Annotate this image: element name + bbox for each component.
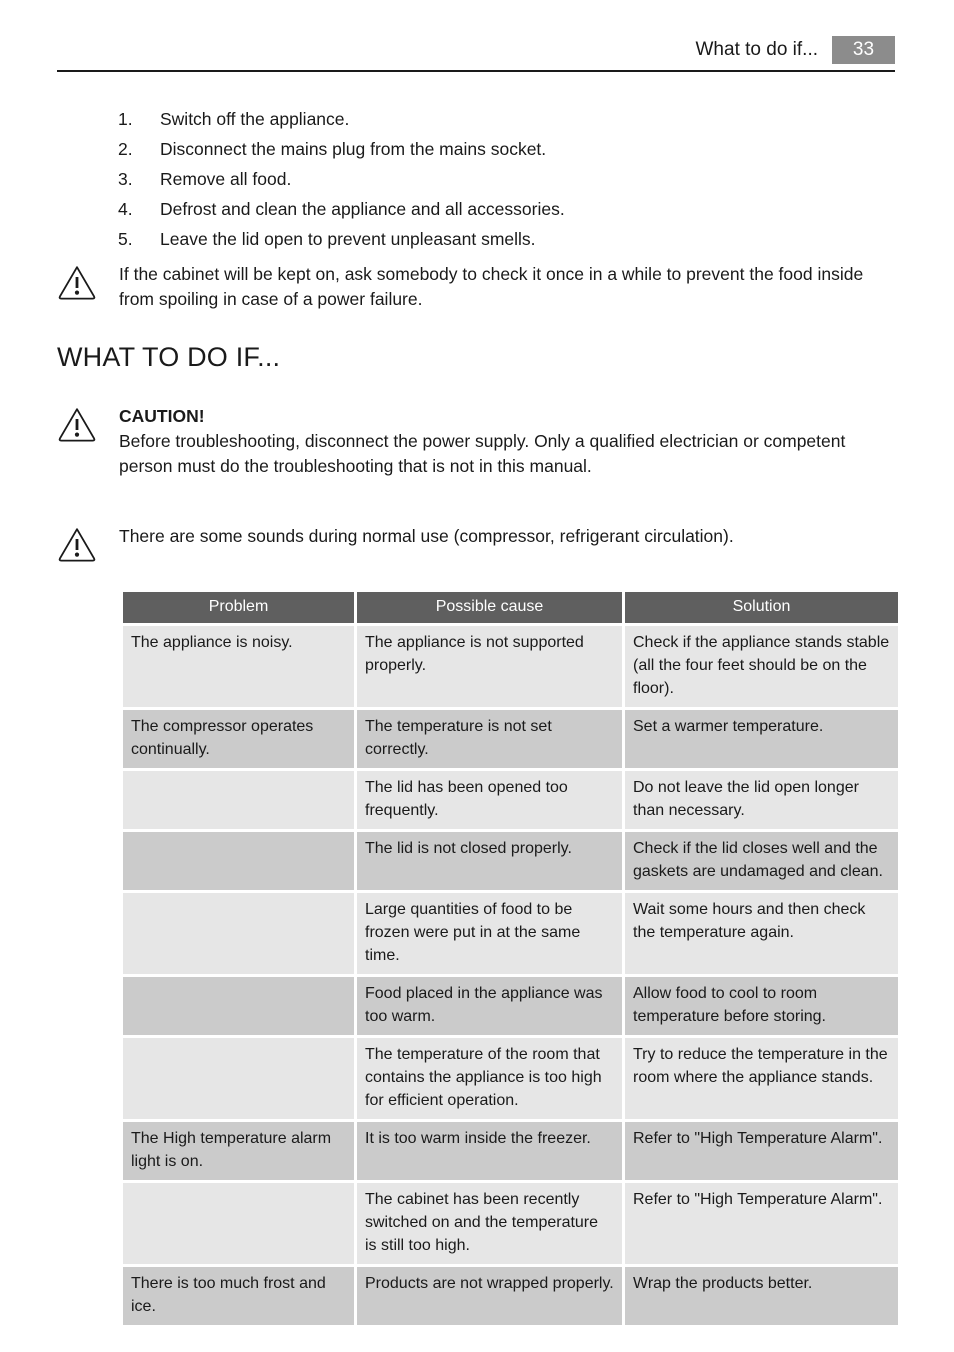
table-cell-solution: Wait some hours and then check the tempe…: [625, 893, 898, 974]
warning-triangle-icon: [57, 264, 97, 300]
list-item-number: 3.: [118, 169, 133, 189]
table-cell-solution: Set a warmer temperature.: [625, 710, 898, 768]
warning-triangle-icon: [57, 406, 97, 442]
table-cell-solution: Try to reduce the temperature in the roo…: [625, 1038, 898, 1119]
list-item-number: 2.: [118, 139, 133, 159]
table-cell-problem: [123, 771, 354, 829]
table-cell-problem: [123, 832, 354, 890]
table-row: Food placed in the appliance was too war…: [123, 977, 898, 1035]
page-header: What to do if... 33: [57, 36, 895, 70]
header-title: What to do if...: [695, 39, 819, 60]
list-item-label: Switch off the appliance.: [160, 109, 350, 129]
note-caution: CAUTION! Before troubleshooting, disconn…: [57, 404, 895, 479]
section-heading: WHAT TO DO IF...: [57, 342, 281, 372]
note-sounds: There are some sounds during normal use …: [57, 524, 895, 562]
list-item: 3. Remove all food.: [118, 164, 898, 194]
table-cell-cause: Large quantities of food to be frozen we…: [357, 893, 622, 974]
troubleshooting-table: Problem Possible cause Solution The applia…: [120, 589, 901, 1328]
table-head: Problem Possible cause Solution: [123, 592, 898, 623]
note-power-failure-text: If the cabinet will be kept on, ask some…: [119, 264, 864, 309]
table-cell-solution: Check if the appliance stands stable (al…: [625, 626, 898, 707]
list-item: 2. Disconnect the mains plug from the mai…: [118, 134, 898, 164]
table-header-row: Problem Possible cause Solution: [123, 592, 898, 623]
table-cell-problem: There is too much frost and ice.: [123, 1267, 354, 1325]
list-item: 4. Defrost and clean the appliance and al…: [118, 194, 898, 224]
header-divider: [57, 70, 895, 72]
table-row: Large quantities of food to be frozen we…: [123, 893, 898, 974]
table-column-header: Possible cause: [357, 592, 622, 623]
table-row: There is too much frost and ice. Products…: [123, 1267, 898, 1325]
table-cell-cause: Products are not wrapped properly.: [357, 1267, 622, 1325]
list-item: 1. Switch off the appliance.: [118, 104, 898, 134]
table-column-header: Solution: [625, 592, 898, 623]
document-page: What to do if... 33 1. Switch off the app…: [0, 0, 954, 1352]
table-cell-cause: The appliance is not supported properly.: [357, 626, 622, 707]
table-cell-problem: [123, 1183, 354, 1264]
table-row: The cabinet has been recently switched o…: [123, 1183, 898, 1264]
note-caution-title: CAUTION!: [119, 406, 205, 426]
table-cell-problem: The appliance is noisy.: [123, 626, 354, 707]
table-cell-solution: Wrap the products better.: [625, 1267, 898, 1325]
table-cell-solution: Refer to "High Temperature Alarm".: [625, 1122, 898, 1180]
list-item: 5. Leave the lid open to prevent unpleasa…: [118, 224, 898, 254]
table-cell-cause: Food placed in the appliance was too war…: [357, 977, 622, 1035]
table-cell-problem: [123, 977, 354, 1035]
table-cell-cause: The lid is not closed properly.: [357, 832, 622, 890]
table-column-header: Problem: [123, 592, 354, 623]
note-power-failure: If the cabinet will be kept on, ask some…: [57, 262, 895, 312]
list-item-number: 5.: [118, 229, 133, 249]
table-cell-cause: It is too warm inside the freezer.: [357, 1122, 622, 1180]
table-cell-cause: The cabinet has been recently switched o…: [357, 1183, 622, 1264]
note-caution-body: CAUTION! Before troubleshooting, disconn…: [119, 404, 895, 479]
list-item-label: Leave the lid open to prevent unpleasant…: [160, 229, 536, 249]
note-caution-text: Before troubleshooting, disconnect the p…: [119, 431, 846, 476]
table-cell-problem: [123, 1038, 354, 1119]
note-sounds-text: There are some sounds during normal use …: [119, 526, 734, 546]
table-row: The lid has been opened too frequently. D…: [123, 771, 898, 829]
table-cell-problem: The High temperature alarm light is on.: [123, 1122, 354, 1180]
table-cell-problem: [123, 893, 354, 974]
shutdown-steps-list: 1. Switch off the appliance. 2. Disconnect …: [118, 104, 898, 254]
list-item-label: Defrost and clean the appliance and all …: [160, 199, 565, 219]
table-row: The temperature of the room that contain…: [123, 1038, 898, 1119]
table-cell-solution: Do not leave the lid open longer than ne…: [625, 771, 898, 829]
table-cell-solution: Check if the lid closes well and the gas…: [625, 832, 898, 890]
list-item-number: 4.: [118, 199, 133, 219]
table-cell-cause: The temperature is not set correctly.: [357, 710, 622, 768]
table-cell-problem: The compressor operates continually.: [123, 710, 354, 768]
page-number-badge: 33: [832, 36, 895, 64]
table-cell-cause: The lid has been opened too frequently.: [357, 771, 622, 829]
table-cell-solution: Allow food to cool to room temperature b…: [625, 977, 898, 1035]
warning-triangle-icon: [57, 526, 97, 562]
table-body: The appliance is noisy. The appliance is …: [123, 626, 898, 1325]
table-row: The appliance is noisy. The appliance is …: [123, 626, 898, 707]
table-row: The High temperature alarm light is on. I…: [123, 1122, 898, 1180]
list-item-number: 1.: [118, 109, 133, 129]
list-item-label: Disconnect the mains plug from the mains…: [160, 139, 547, 159]
table-row: The compressor operates continually. The …: [123, 710, 898, 768]
list-item-label: Remove all food.: [160, 169, 292, 189]
table-row: The lid is not closed properly. Check if …: [123, 832, 898, 890]
table-cell-cause: The temperature of the room that contain…: [357, 1038, 622, 1119]
table-cell-solution: Refer to "High Temperature Alarm".: [625, 1183, 898, 1264]
